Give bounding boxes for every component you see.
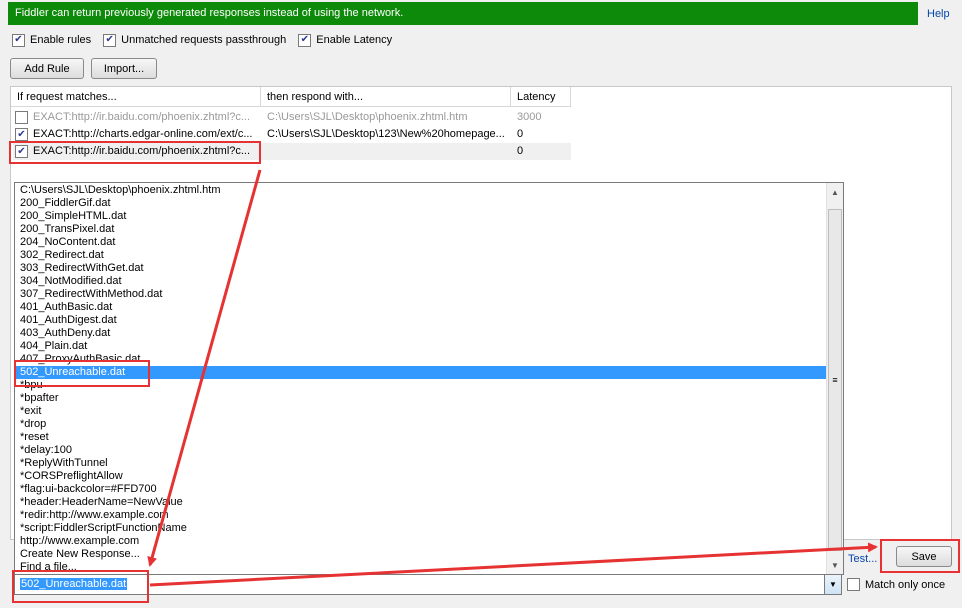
annotation-arrow-right <box>149 542 878 587</box>
annotation-arrow-down <box>147 169 262 567</box>
annotation-arrows <box>147 169 878 587</box>
